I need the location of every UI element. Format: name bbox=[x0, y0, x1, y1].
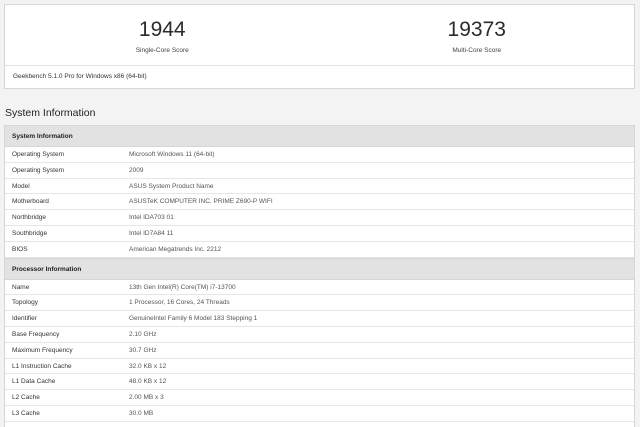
processor-info-header: Processor Information bbox=[5, 257, 634, 280]
row-key: Southbridge bbox=[12, 229, 48, 237]
row-value: 30.7 GHz bbox=[129, 346, 157, 354]
row-value: ASUS System Product Name bbox=[129, 182, 214, 190]
row-value: 13th Gen Intel(R) Core(TM) i7-13700 bbox=[129, 283, 236, 291]
table-row: Identifier GenuineIntel Family 6 Model 18… bbox=[5, 311, 634, 327]
table-row: Base Frequency 2.10 GHz bbox=[5, 327, 634, 343]
row-key: Base Frequency bbox=[12, 330, 60, 338]
row-value: ASUSTeK COMPUTER INC. PRIME Z690-P WIFI bbox=[129, 198, 273, 206]
row-key: Operating System bbox=[12, 151, 65, 158]
row-value: 32.0 KB x 12 bbox=[129, 362, 167, 370]
table-row: Maximum Frequency 30.7 GHz bbox=[5, 343, 634, 359]
row-value: Intel ID7A84 11 bbox=[129, 229, 174, 237]
single-core-label: Single-Core Score bbox=[135, 47, 189, 54]
row-key: Topology bbox=[12, 299, 39, 307]
row-value: 2.10 GHz bbox=[129, 330, 157, 338]
row-key: L3 Cache bbox=[12, 409, 40, 417]
row-key: Name bbox=[12, 283, 30, 291]
row-value: 2.00 MB x 3 bbox=[129, 394, 164, 402]
table-row: Operating System Microsoft Windows 11 (64… bbox=[5, 147, 634, 163]
row-key: Maximum Frequency bbox=[12, 346, 73, 354]
row-value: 48.0 KB x 12 bbox=[129, 378, 167, 386]
row-key: Identifier bbox=[12, 315, 37, 323]
multi-core-score: 19373 Multi-Core Score bbox=[320, 5, 635, 66]
row-key: L2 Cache bbox=[12, 394, 40, 402]
table-row: Name 13th Gen Intel(R) Core(TM) i7-13700 bbox=[5, 280, 634, 296]
multi-core-label: Multi-Core Score bbox=[452, 47, 502, 54]
table-row: Model ASUS System Product Name bbox=[5, 179, 634, 195]
row-value: Microsoft Windows 11 (64-bit) bbox=[129, 151, 215, 158]
table-row: L2 Cache 2.00 MB x 3 bbox=[5, 390, 634, 406]
multi-core-value: 19373 bbox=[447, 18, 506, 41]
table-row: L3 Cache 30.0 MB bbox=[5, 406, 634, 422]
row-value: 1 Processor, 16 Cores, 24 Threads bbox=[129, 299, 230, 307]
row-key: L1 Instruction Cache bbox=[12, 362, 72, 370]
single-core-value: 1944 bbox=[138, 18, 186, 41]
row-value: GenuineIntel Family 6 Model 183 Stepping… bbox=[129, 315, 258, 323]
table-row: Operating System 2009 bbox=[5, 163, 634, 179]
row-value: 2009 bbox=[129, 166, 144, 174]
system-info-table: System Information Operating System Micro… bbox=[4, 125, 635, 427]
section-title: System Information bbox=[5, 107, 96, 119]
score-row: 1944 Single-Core Score 19373 Multi-Core … bbox=[5, 5, 634, 66]
row-key: Northbridge bbox=[12, 214, 46, 222]
table-row: Topology 1 Processor, 16 Cores, 24 Thread… bbox=[5, 295, 634, 312]
table-row: Motherboard ASUSTeK COMPUTER INC. PRIME Z… bbox=[5, 194, 634, 211]
table-row: L1 Instruction Cache 32.0 KB x 12 bbox=[5, 359, 634, 375]
row-key: Operating System bbox=[12, 166, 65, 174]
benchmark-version: Geekbench 5.1.0 Pro for Windows x86 (64-… bbox=[13, 73, 147, 80]
row-value: Intel IDA703 01 bbox=[129, 214, 174, 222]
row-value: American Megatrends Inc. 2212 bbox=[129, 245, 222, 253]
table-row: Northbridge Intel IDA703 01 bbox=[5, 210, 634, 226]
single-core-score: 1944 Single-Core Score bbox=[5, 5, 320, 66]
row-value: 30.0 MB bbox=[129, 409, 154, 417]
table-row: BIOS American Megatrends Inc. 2212 bbox=[5, 242, 634, 258]
system-info-header: System Information bbox=[5, 126, 634, 147]
row-key: L1 Data Cache bbox=[12, 378, 56, 386]
table-row: L1 Data Cache 48.0 KB x 12 bbox=[5, 374, 634, 391]
table-row: Southbridge Intel ID7A84 11 bbox=[5, 226, 634, 242]
scores-panel: 1944 Single-Core Score 19373 Multi-Core … bbox=[4, 4, 635, 89]
row-key: Model bbox=[12, 182, 30, 190]
row-key: Motherboard bbox=[12, 198, 49, 206]
row-key: BIOS bbox=[12, 245, 28, 253]
